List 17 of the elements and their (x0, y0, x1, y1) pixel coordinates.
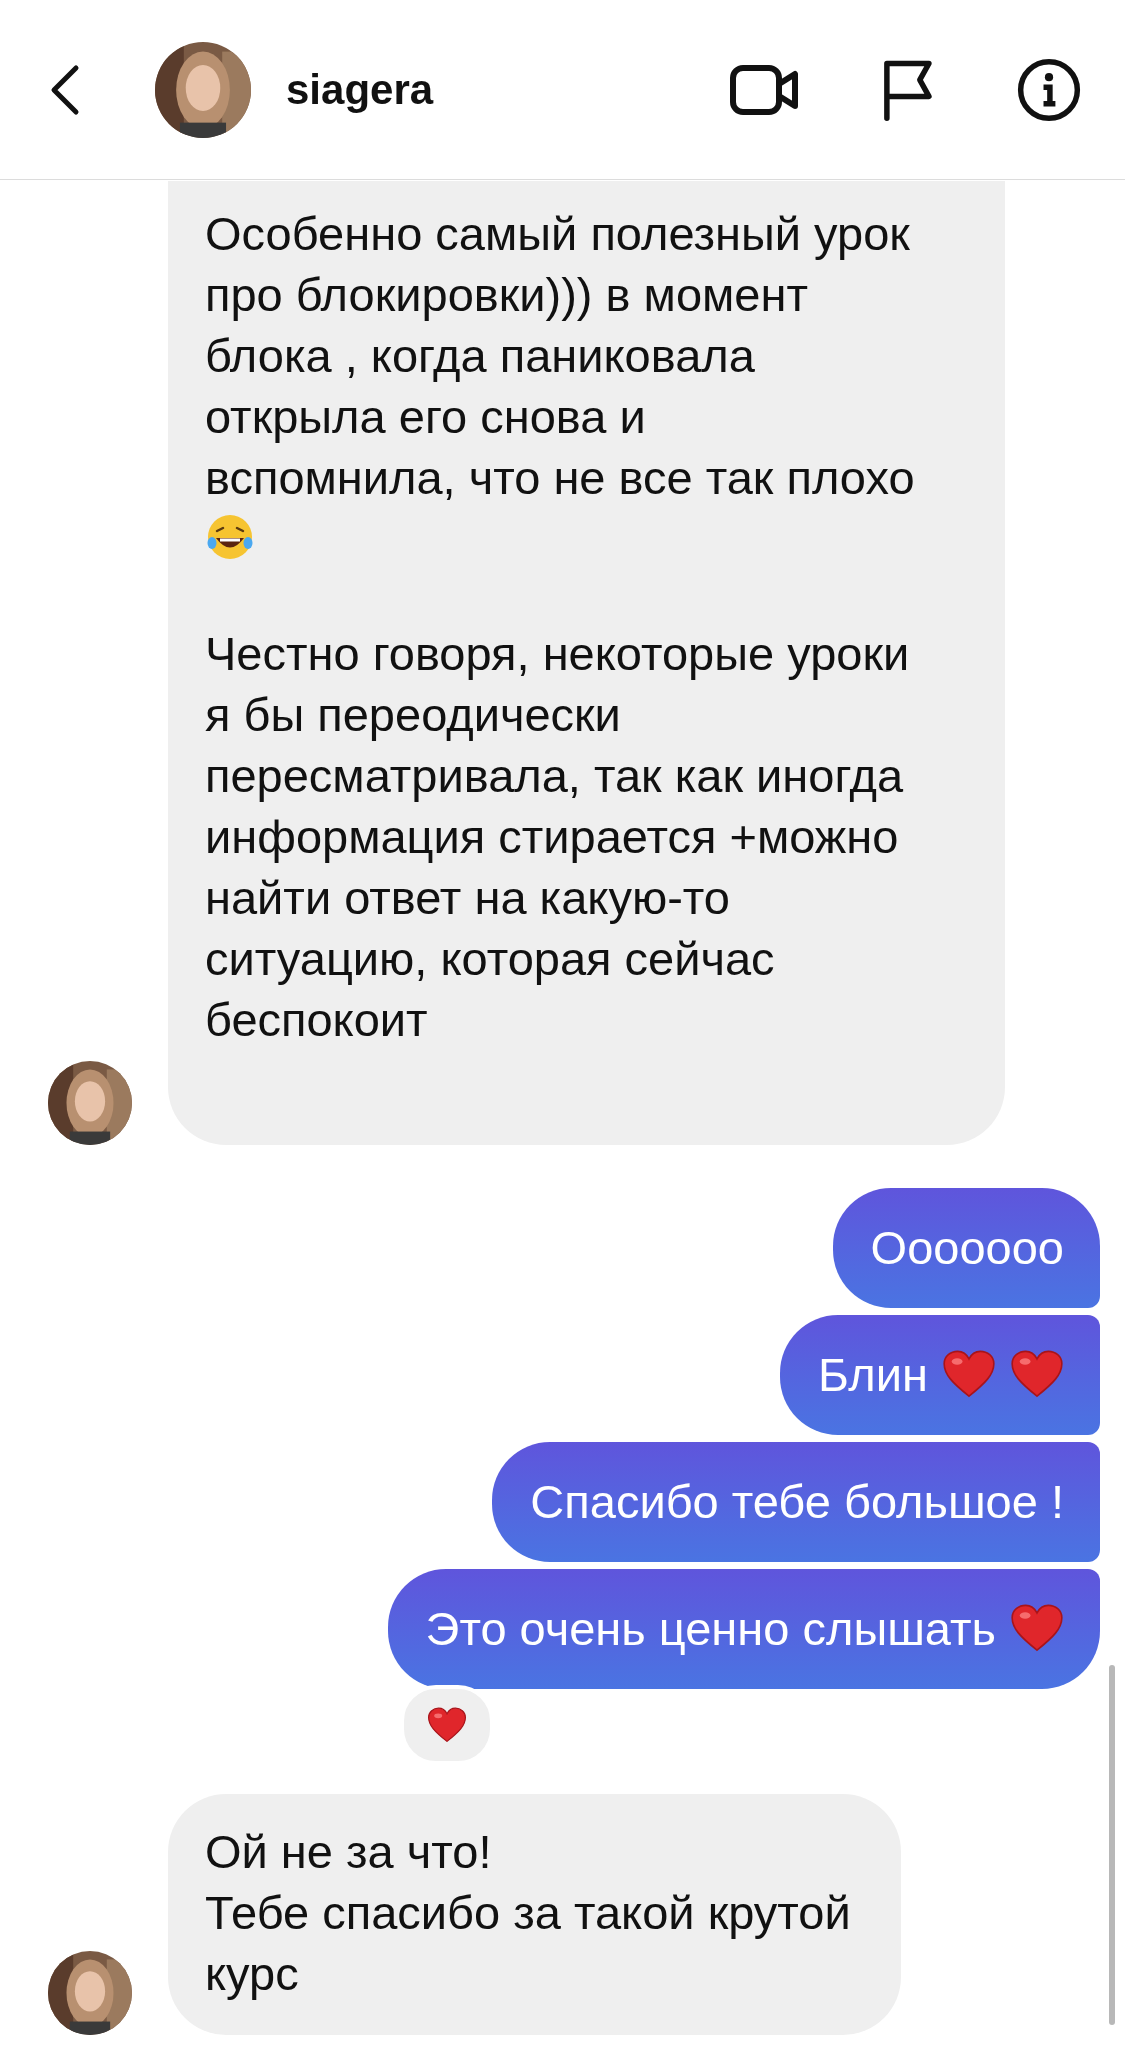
laughing-face-icon (205, 512, 255, 562)
message-bubble[interactable]: Блин (780, 1315, 1100, 1435)
message-bubble[interactable]: Спасибо тебе большое ! (492, 1442, 1100, 1562)
message-text: Ооооооо (870, 1221, 1064, 1274)
message-text: Спасибо тебе большое ! (530, 1475, 1064, 1528)
heart-icon (426, 1706, 467, 1744)
message-text: Это очень ценно слышать (425, 1602, 996, 1655)
message-bubble[interactable]: Ооооооо (832, 1188, 1100, 1308)
message-bubble[interactable] (168, 181, 1005, 1145)
message-text: Особенно самый полезный урок про блокировки))) в момент блока , когда паниковала открыла его снова и вспомнила, что не все так плохо (205, 207, 915, 504)
message-bubble[interactable]: Это очень ценно слышать (387, 1569, 1100, 1689)
username[interactable]: siagera (286, 65, 434, 114)
message-text: Ой не за что! Тебе спасибо за такой крутой курс (205, 1825, 851, 2000)
message-bubble[interactable]: Ой не за что! Тебе спасибо за такой крутой курс (168, 1794, 901, 2035)
message-text: Честно говоря, некоторые уроки я бы переодически пересматривала, так как иногда информация стирается +можно найти ответ на какую-то ситуацию, которая сейчас беспокоит (205, 627, 910, 1046)
message-text: Блин (818, 1348, 928, 1401)
back-icon[interactable] (50, 63, 80, 116)
